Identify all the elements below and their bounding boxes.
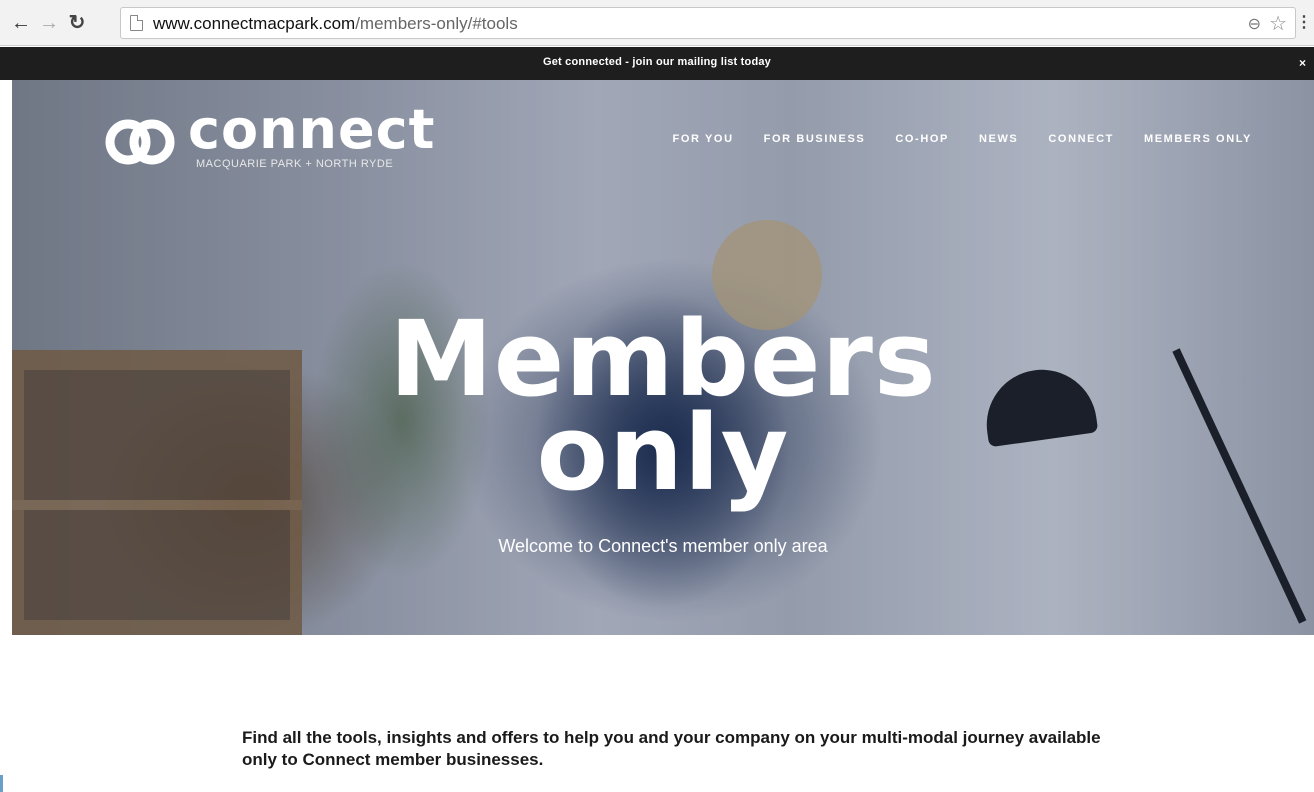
logo-rings-icon [105,119,175,165]
page-title: Members only [12,307,1314,505]
nav-item-co-hop[interactable]: CO-HOP [895,133,949,145]
left-edge-marker [0,775,3,792]
address-bar[interactable]: www.connectmacpark.com/members-only/#too… [120,7,1296,39]
nav-item-for-business[interactable]: FOR BUSINESS [764,133,866,145]
nav-item-members-only[interactable]: MEMBERS ONLY [1144,133,1252,145]
star-icon[interactable]: ☆ [1269,11,1287,36]
announcement-bar: Get connected - join our mailing list to… [0,47,1314,80]
nav-item-news[interactable]: NEWS [979,133,1018,145]
nav-item-for-you[interactable]: FOR YOU [673,133,734,145]
page-title-line-2: only [536,392,790,514]
site-logo[interactable]: connect MACQUARIE PARK + NORTH RYDE [104,102,434,178]
page-icon [130,15,143,31]
logo-wordmark: connect [188,98,436,161]
zoom-icon[interactable]: ⊖ [1248,14,1261,34]
close-icon[interactable]: × [1299,56,1306,70]
logo-tagline: MACQUARIE PARK + NORTH RYDE [196,158,394,170]
hero-subtitle: Welcome to Connect's member only area [498,536,828,556]
hero-banner: connect MACQUARIE PARK + NORTH RYDE FOR … [12,80,1314,635]
forward-arrow-icon[interactable]: → [36,10,62,36]
browser-toolbar: ← → ↻ www.connectmacpark.com/members-onl… [0,0,1314,46]
menu-icon[interactable]: ⋮ [1296,12,1312,32]
url-text[interactable]: www.connectmacpark.com/members-only/#too… [153,14,518,34]
intro-text: Find all the tools, insights and offers … [242,728,1101,769]
nav-item-connect[interactable]: CONNECT [1048,133,1114,145]
announcement-link[interactable]: Get connected - join our mailing list to… [0,56,1314,68]
url-path: /members-only/#tools [355,14,518,33]
url-host: www.connectmacpark.com [153,14,356,33]
main-nav: FOR YOU FOR BUSINESS CO-HOP NEWS CONNECT… [673,133,1252,145]
back-arrow-icon[interactable]: ← [8,10,34,36]
reload-icon[interactable]: ↻ [64,10,90,36]
